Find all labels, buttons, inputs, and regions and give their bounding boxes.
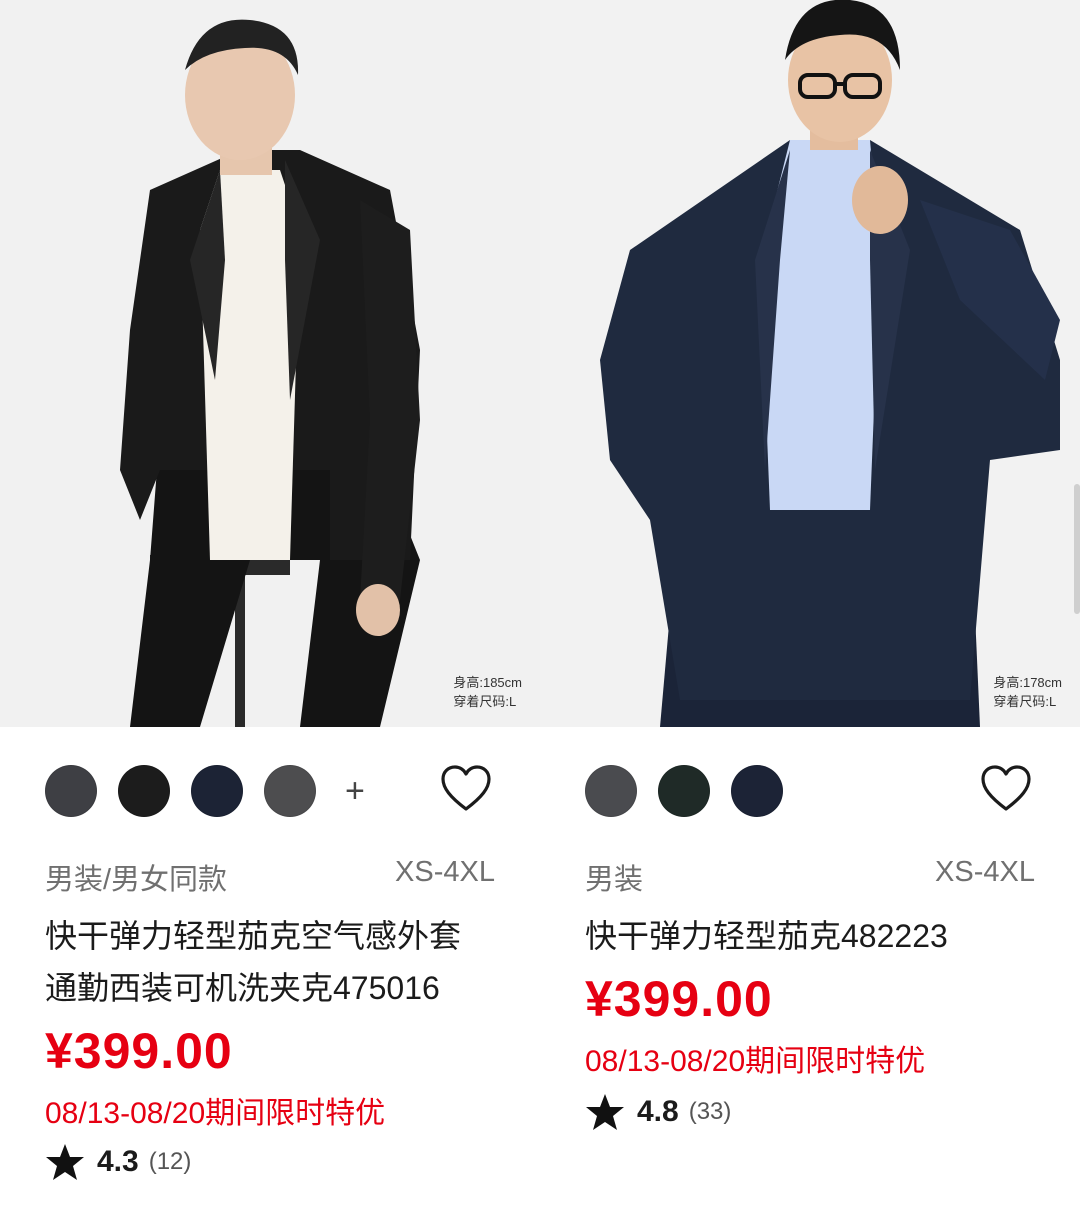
star-filled-icon (586, 1094, 624, 1130)
product-meta-row: 男装/男女同款 XS-4XL (45, 856, 495, 896)
model-photo-illustration (540, 0, 1080, 727)
color-swatch-black[interactable] (118, 765, 170, 817)
star-filled-icon (46, 1144, 84, 1180)
product-image[interactable]: 身高:178cm 穿着尺码:L (540, 0, 1080, 727)
product-price: ¥399.00 (45, 1023, 233, 1079)
color-swatch-navy[interactable] (731, 765, 783, 817)
product-image[interactable]: 身高:185cm 穿着尺码:L (0, 0, 540, 727)
product-rating: 4.3 (12) (45, 1142, 191, 1182)
color-swatch-dark-green[interactable] (658, 765, 710, 817)
product-title[interactable]: 快干弹力轻型茄克482223 (585, 910, 1055, 962)
product-category: 男装 (585, 864, 644, 896)
product-size-range: XS-4XL (395, 856, 495, 888)
model-info: 身高:185cm 穿着尺码:L (453, 673, 522, 711)
rating-value: 4.3 (97, 1145, 139, 1178)
model-info: 身高:178cm 穿着尺码:L (993, 673, 1062, 711)
model-size: 穿着尺码:L (453, 694, 517, 709)
rating-value: 4.8 (637, 1095, 679, 1128)
color-swatches (585, 765, 804, 817)
model-photo-illustration (0, 0, 540, 727)
promo-text: 08/13-08/20期间限时特优 (585, 1045, 926, 1078)
product-size-range: XS-4XL (935, 856, 1035, 888)
product-title[interactable]: 快干弹力轻型茄克空气感外套 通勤西装可机洗夹克475016 (45, 910, 515, 1014)
product-card[interactable]: 身高:185cm 穿着尺码:L + 男装/男女同款 XS-4XL 快干弹力轻型茄… (0, 0, 540, 1208)
color-swatch-dark-gray[interactable] (45, 765, 97, 817)
product-category: 男装/男女同款 (45, 864, 228, 896)
more-colors-icon[interactable]: + (345, 765, 365, 817)
product-card[interactable]: 身高:178cm 穿着尺码:L 男装 XS-4XL 快干弹力轻型茄克482223… (540, 0, 1080, 1208)
review-count: (33) (688, 1098, 732, 1125)
product-rating: 4.8 (33) (585, 1092, 731, 1132)
heart-outline-icon[interactable] (980, 764, 1032, 814)
scrollbar[interactable] (1074, 484, 1080, 614)
product-price: ¥399.00 (585, 971, 773, 1027)
model-size: 穿着尺码:L (993, 694, 1057, 709)
product-title-line: 通勤西装可机洗夹克475016 (45, 970, 440, 1006)
color-swatch-gray[interactable] (264, 765, 316, 817)
heart-outline-icon[interactable] (440, 764, 492, 814)
color-swatches: + (45, 765, 365, 817)
product-title-line: 快干弹力轻型茄克482223 (585, 918, 948, 954)
model-height: 身高:185cm (453, 675, 522, 690)
model-height: 身高:178cm (993, 675, 1062, 690)
review-count: (12) (148, 1148, 192, 1175)
color-swatch-gray[interactable] (585, 765, 637, 817)
color-swatch-navy[interactable] (191, 765, 243, 817)
product-title-line: 快干弹力轻型茄克空气感外套 (45, 918, 462, 954)
product-meta-row: 男装 XS-4XL (585, 856, 1035, 896)
promo-text: 08/13-08/20期间限时特优 (45, 1097, 386, 1130)
